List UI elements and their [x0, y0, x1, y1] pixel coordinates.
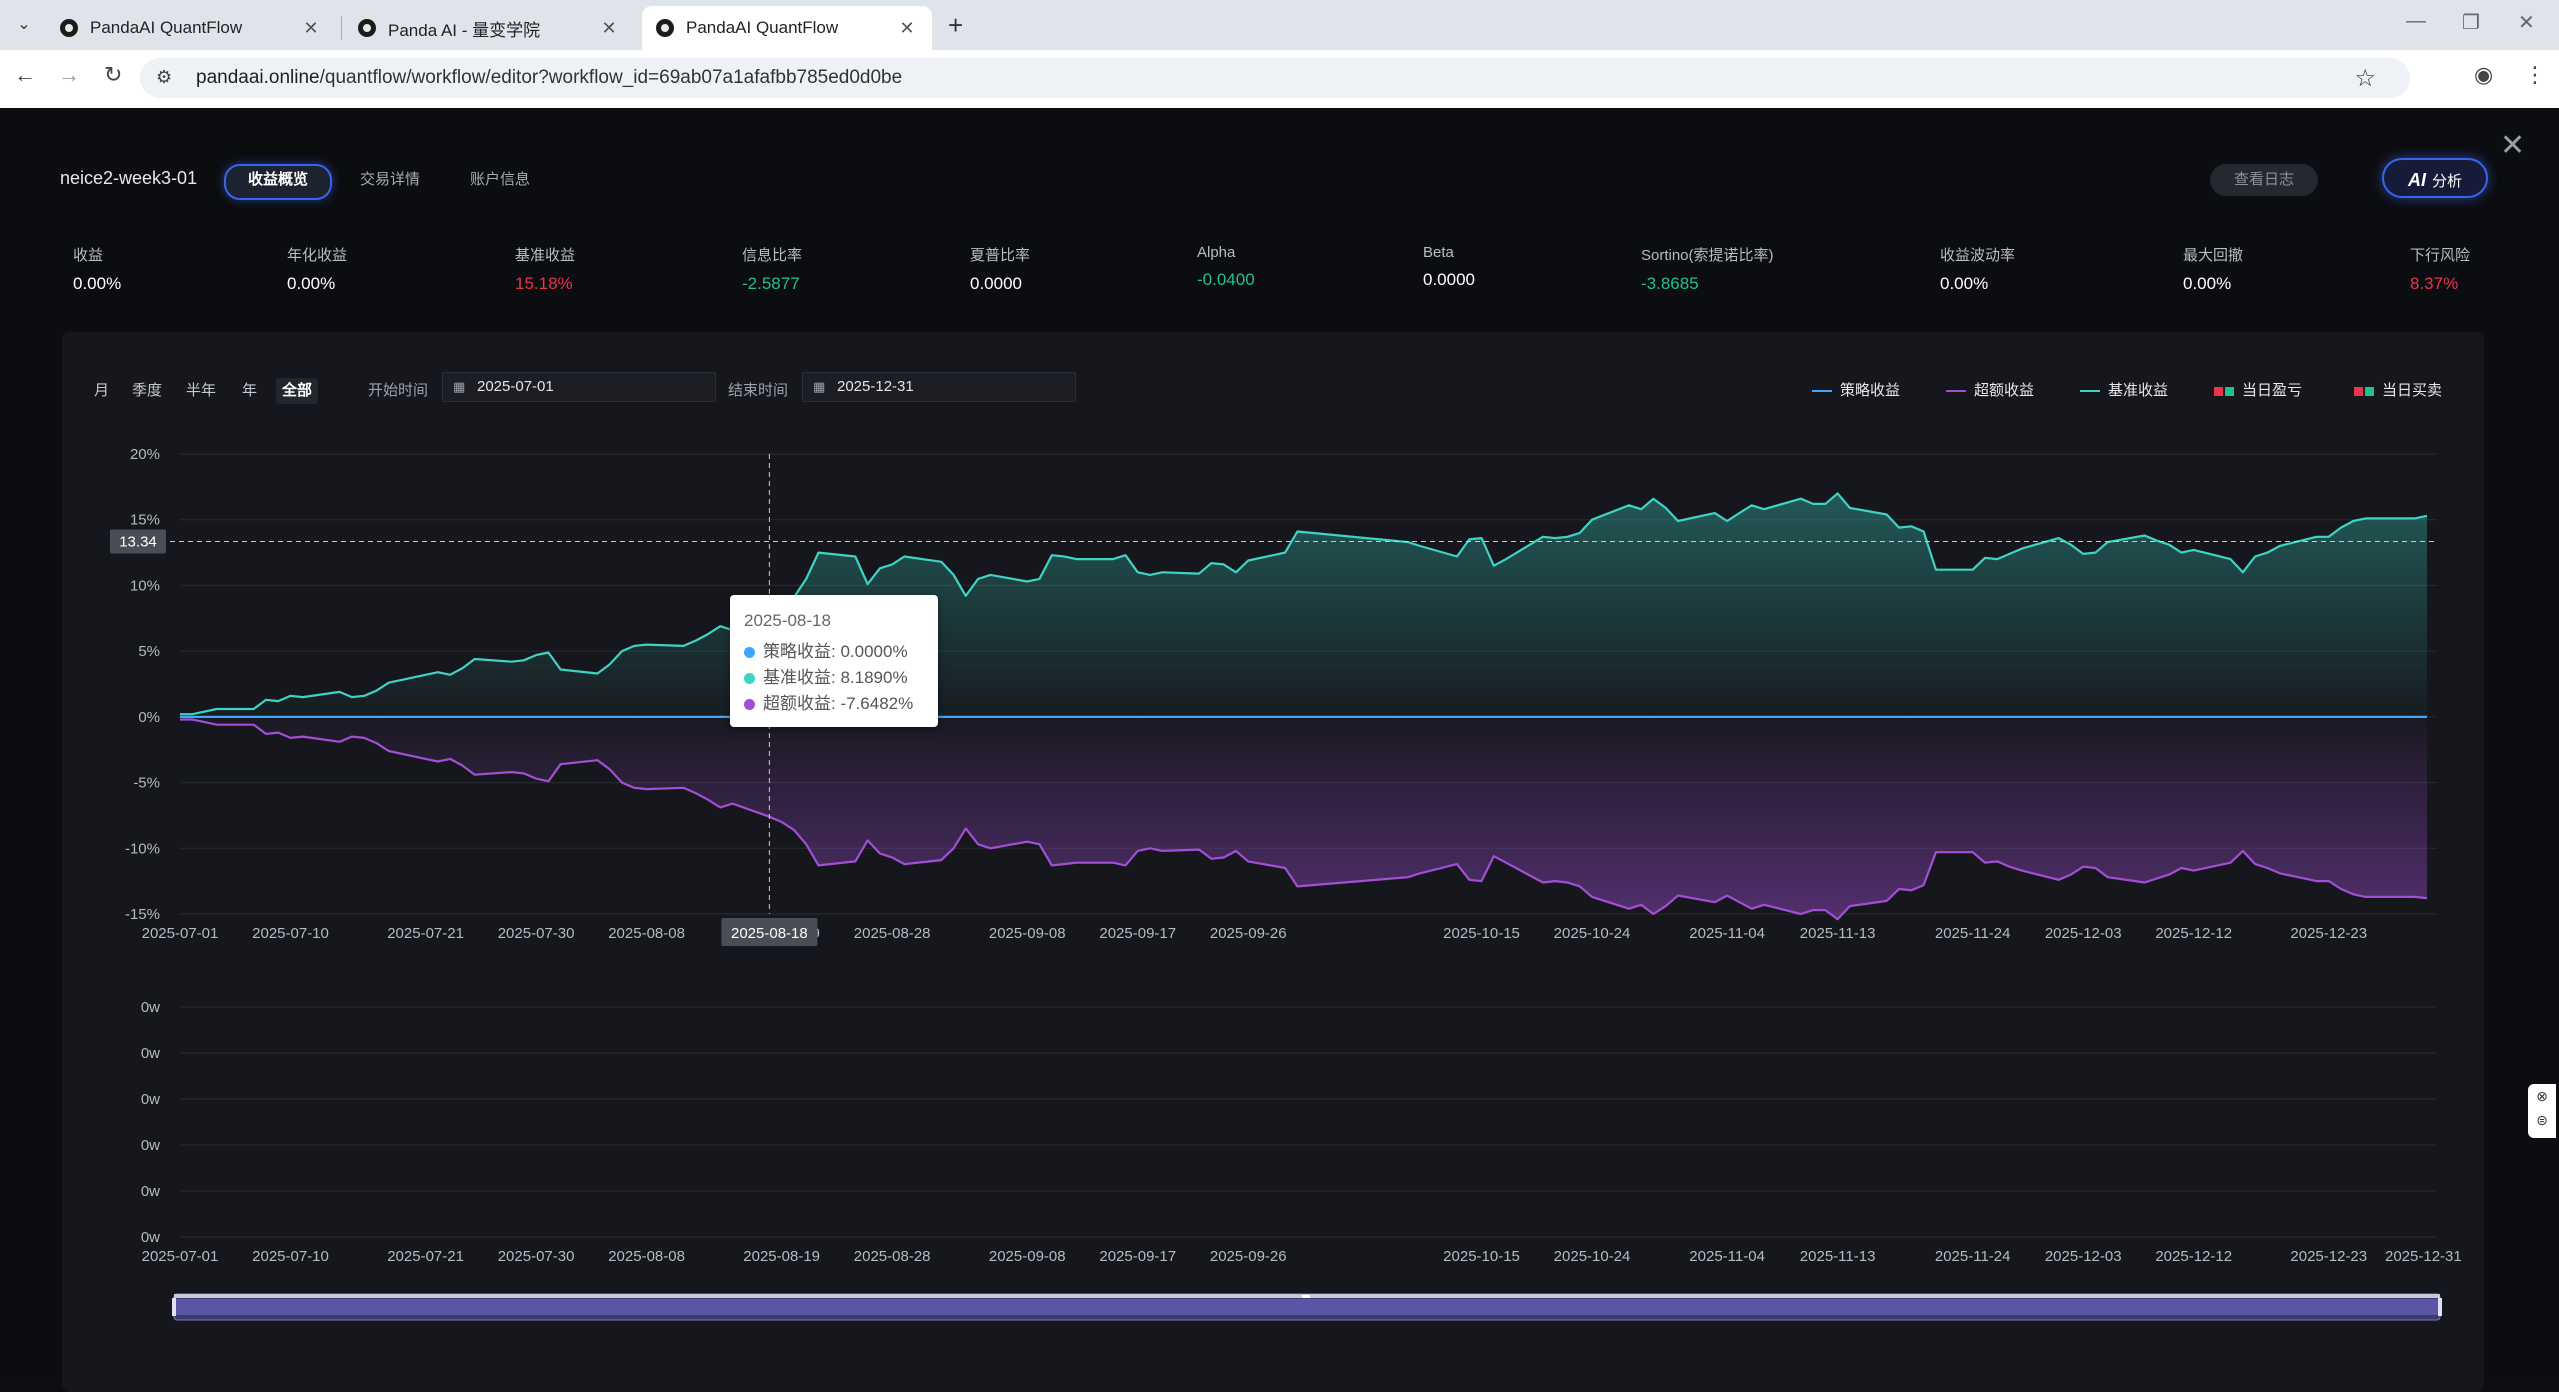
- x-tick-label: 2025-11-24: [1935, 925, 2011, 942]
- x-tick-label: 2025-07-10: [252, 1248, 329, 1265]
- x-tick-label: 2025-07-30: [498, 1248, 575, 1265]
- y-tick-label: 10%: [130, 577, 160, 594]
- returns-chart[interactable]: 20% 15% 10% 5% 0% -5% -10% -15% 2025-07-01 2025-0…: [0, 0, 2559, 1380]
- x-tick-label: 2025-11-13: [1800, 1248, 1876, 1265]
- x-tick-label: 2025-07-21: [387, 1248, 464, 1265]
- x-tick-label: 2025-11-13: [1800, 925, 1876, 942]
- x-tick-label: 2025-08-28: [854, 925, 931, 942]
- x-tick-label: 2025-08-08: [608, 925, 685, 942]
- tooltip-row-benchmark: 基准收益: 8.1890%: [744, 663, 908, 688]
- x-tick-label: 2025-08-08: [608, 1248, 685, 1265]
- x-tick-label: 2025-07-01: [142, 1248, 219, 1265]
- x-tick-label: 2025-10-15: [1443, 925, 1520, 942]
- y-tick-label: -10%: [125, 840, 160, 857]
- x-tick-label: 2025-07-01: [142, 925, 219, 942]
- crosshair-y-label: 13.34: [119, 534, 157, 551]
- crosshair-x-label: 2025-08-18: [731, 925, 808, 942]
- y-tick-label: 0w: [141, 1045, 160, 1062]
- series-area: [180, 716, 2427, 920]
- x-tick-label: 2025-09-08: [989, 925, 1066, 942]
- x-tick-label: 2025-10-15: [1443, 1248, 1520, 1265]
- y-tick-label: 0w: [141, 1183, 160, 1200]
- y-tick-label: 5%: [138, 643, 160, 660]
- tooltip-date: 2025-08-18: [744, 611, 831, 630]
- zoom-slider-right-handle: [2438, 1298, 2442, 1316]
- x-tick-label: 2025-09-26: [1210, 925, 1287, 942]
- x-tick-label: 2025-12-23: [2290, 925, 2367, 942]
- x-tick-label: 2025-11-04: [1689, 1248, 1765, 1265]
- x-tick-label: 2025-10-24: [1554, 1248, 1631, 1265]
- zoom-slider-grip: [1302, 1295, 1310, 1298]
- x-tick-label: 2025-09-17: [1099, 925, 1176, 942]
- y-tick-label: 0w: [141, 1091, 160, 1108]
- x-tick-label: 2025-09-08: [989, 1248, 1066, 1265]
- x-tick-label: 2025-12-12: [2155, 925, 2232, 942]
- y-tick-label: 0w: [141, 1137, 160, 1154]
- x-tick-label: 2025-11-04: [1689, 925, 1765, 942]
- x-tick-label: 2025-12-23: [2290, 1248, 2367, 1265]
- y-tick-label: 0%: [138, 709, 160, 726]
- zoom-slider-range: [174, 1299, 2440, 1315]
- series-area: [180, 493, 2427, 717]
- chart-tooltip: 2025-08-18 策略收益: 0.0000% 基准收益: 8.1890% 超…: [730, 595, 938, 727]
- x-tick-label: 2025-07-10: [252, 925, 329, 942]
- x-tick-label: 2025-07-21: [387, 925, 464, 942]
- y-tick-label: 20%: [130, 446, 160, 463]
- x-tick-label: 2025-08-28: [854, 1248, 931, 1265]
- x-tick-label: 2025-11-24: [1935, 1248, 2011, 1265]
- x-tick-label: 2025-07-30: [498, 925, 575, 942]
- zoom-slider-left-handle: [172, 1298, 176, 1316]
- y-tick-label: -15%: [125, 906, 160, 923]
- y-tick-label: 0w: [141, 1229, 160, 1246]
- x-tick-label: 2025-09-26: [1210, 1248, 1287, 1265]
- x-tick-label: 2025-10-24: [1554, 925, 1631, 942]
- y-tick-label: 0w: [141, 999, 160, 1016]
- x-tick-label: 2025-12-03: [2045, 1248, 2122, 1265]
- y-tick-label: 15%: [130, 512, 160, 529]
- tooltip-row-strategy: 策略收益: 0.0000%: [744, 637, 908, 662]
- x-tick-label: 2025-12-03: [2045, 925, 2122, 942]
- tooltip-row-excess: 超额收益: -7.6482%: [744, 689, 913, 714]
- x-tick-label: 2025-09-17: [1099, 1248, 1176, 1265]
- x-tick-label: 2025-12-31: [2385, 1248, 2462, 1265]
- y-tick-label: -5%: [133, 775, 160, 792]
- x-tick-label: 2025-08-19: [743, 1248, 820, 1265]
- x-tick-label: 2025-12-12: [2155, 1248, 2232, 1265]
